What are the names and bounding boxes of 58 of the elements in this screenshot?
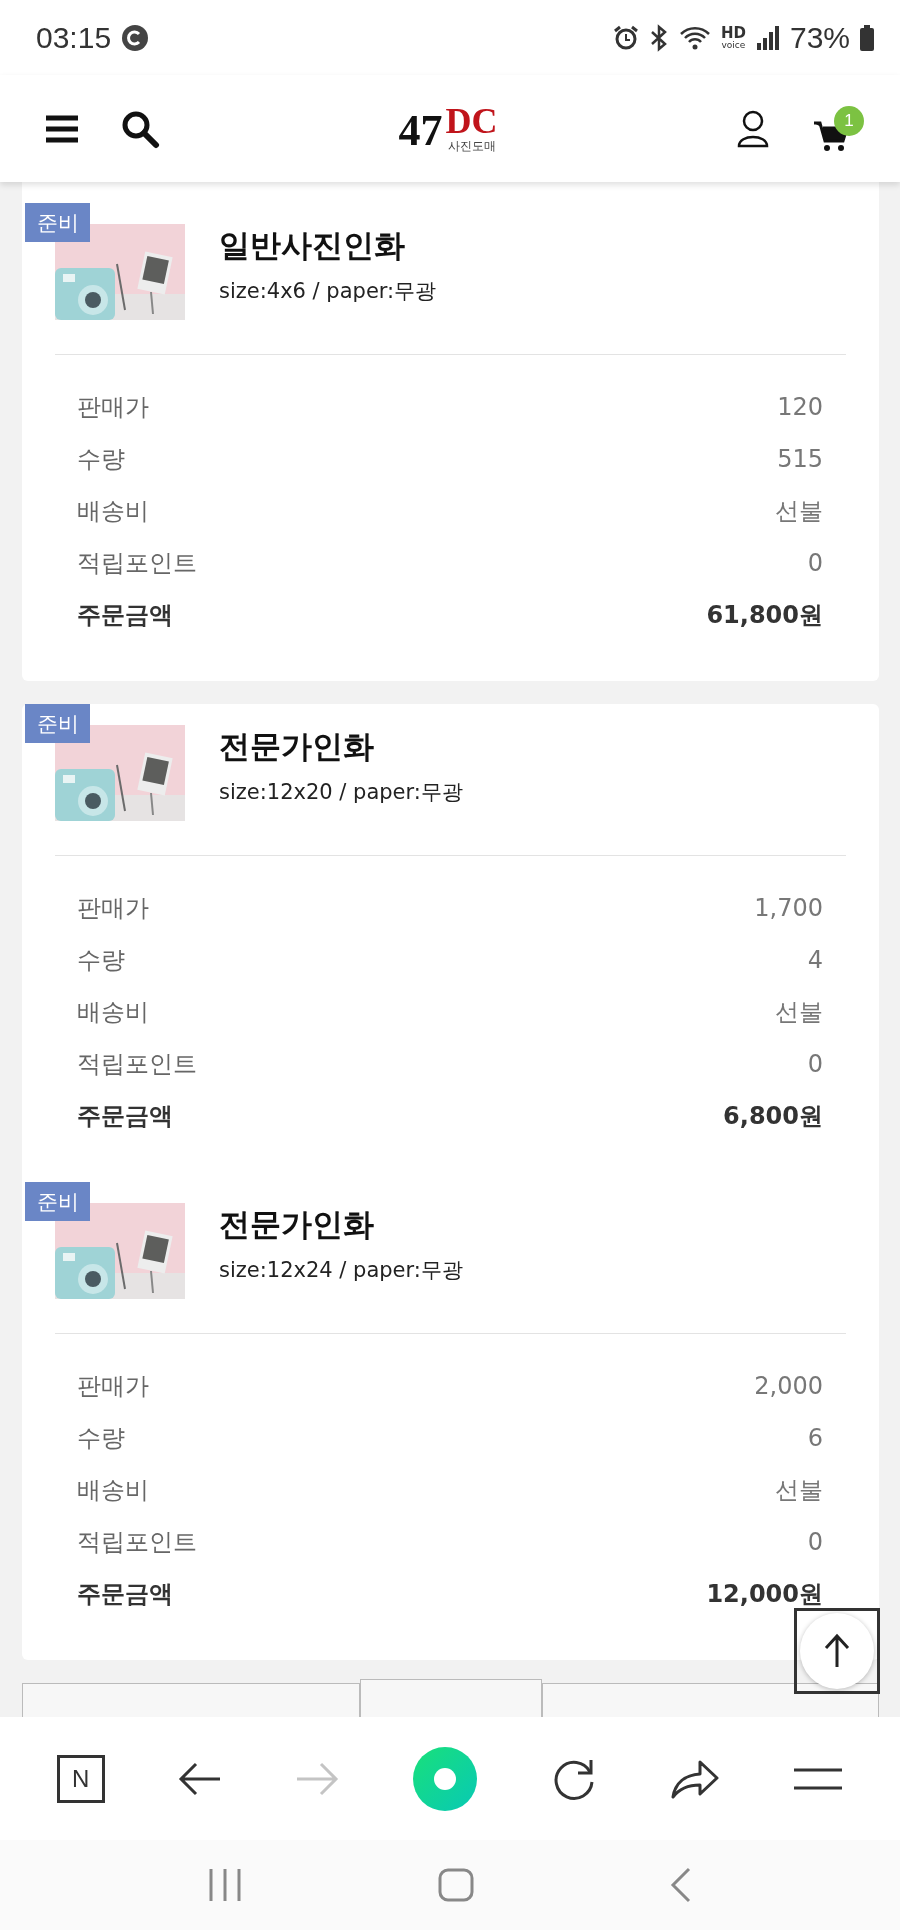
- detail-value: 1,700: [754, 894, 823, 922]
- signal-icon: [755, 24, 780, 51]
- detail-value: 선불: [775, 496, 823, 527]
- detail-value: 0: [807, 1050, 823, 1078]
- notification-icon: [121, 23, 150, 52]
- detail-value: 120: [777, 393, 823, 421]
- detail-label: 적립포인트: [77, 1527, 197, 1558]
- detail-value: 선불: [775, 997, 823, 1028]
- detail-value: 4: [807, 946, 823, 974]
- product-options: size:12x20 / paper:무광: [219, 778, 463, 806]
- battery-icon: [860, 24, 874, 51]
- alarm-icon: [612, 24, 639, 51]
- detail-label: 판매가: [77, 1371, 149, 1402]
- status-badge: 준비: [25, 704, 90, 743]
- status-badge: 준비: [25, 203, 90, 242]
- detail-value: 6,800원: [723, 1101, 823, 1132]
- product-options: size:4x6 / paper:무광: [219, 277, 437, 305]
- detail-label: 적립포인트: [77, 1049, 197, 1080]
- recent-apps-button[interactable]: [207, 1868, 244, 1902]
- back-nav-button[interactable]: [668, 1867, 693, 1903]
- home-nav-button[interactable]: [438, 1868, 474, 1902]
- detail-value: 515: [777, 445, 823, 473]
- detail-label: 주문금액: [77, 600, 173, 631]
- detail-label: 판매가: [77, 893, 149, 924]
- detail-value: 0: [807, 1528, 823, 1556]
- battery-percent: 73%: [789, 20, 850, 55]
- product-options: size:12x24 / paper:무광: [219, 1256, 463, 1284]
- cart-count-badge: 1: [834, 105, 864, 136]
- detail-label: 적립포인트: [77, 548, 197, 579]
- detail-value: 61,800원: [706, 600, 823, 631]
- detail-label: 수량: [77, 945, 125, 976]
- home-button[interactable]: N: [56, 1754, 105, 1803]
- hd-label: HD: [720, 25, 746, 41]
- detail-label: 배송비: [77, 1475, 149, 1506]
- detail-value: 12,000원: [706, 1579, 823, 1610]
- detail-label: 주문금액: [77, 1579, 173, 1610]
- product-name: 전문가인화: [219, 1205, 375, 1243]
- menu-button[interactable]: [793, 1766, 844, 1791]
- detail-value: 0: [807, 549, 823, 577]
- detail-label: 주문금액: [77, 1101, 173, 1132]
- detail-label: 배송비: [77, 997, 149, 1028]
- detail-label: 판매가: [77, 392, 149, 423]
- account-button[interactable]: [736, 109, 770, 148]
- status-badge: 준비: [25, 1182, 90, 1221]
- detail-label: 수량: [77, 1423, 125, 1454]
- detail-label: 배송비: [77, 496, 149, 527]
- product-name: 전문가인화: [219, 727, 375, 765]
- menu-button[interactable]: [44, 113, 80, 144]
- arrow-up-icon: [822, 1633, 852, 1669]
- wifi-icon: [678, 24, 711, 51]
- product-name: 일반사진인화: [219, 226, 406, 264]
- voice-label: voice: [721, 40, 746, 50]
- detail-value: 2,000: [754, 1372, 823, 1400]
- detail-value: 6: [807, 1424, 823, 1452]
- back-button[interactable]: [177, 1760, 222, 1797]
- detail-label: 수량: [77, 444, 125, 475]
- detail-value: 선불: [775, 1475, 823, 1506]
- status-time: 03:15: [36, 20, 112, 55]
